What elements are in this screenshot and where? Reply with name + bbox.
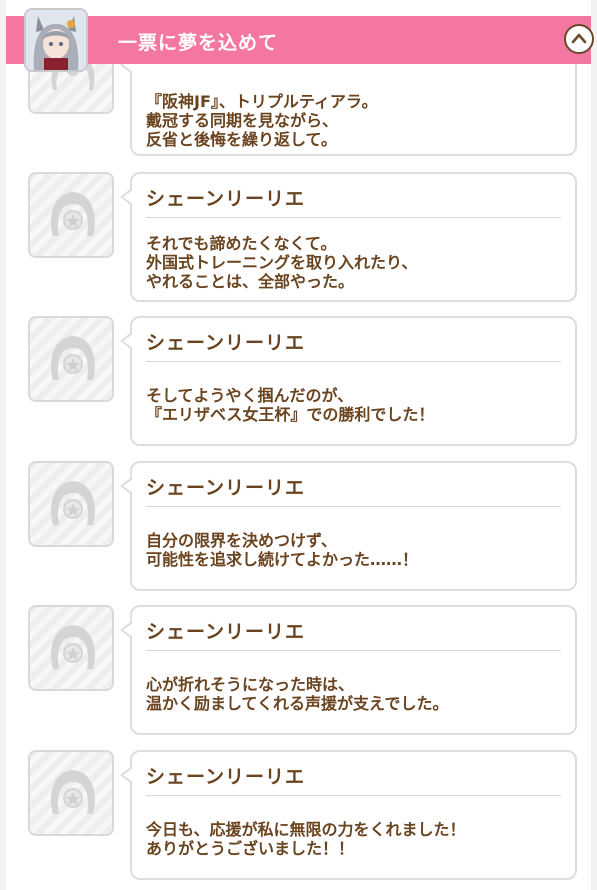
message-line: 可能性を追求し続けてよかった……！	[146, 550, 419, 569]
message-log-panel: 『阪神JF』、トリプルティアラ。 戴冠する同期を見ながら、 反省と後悔を繰り返し…	[6, 0, 591, 890]
divider	[146, 217, 561, 218]
horseshoe-icon	[28, 316, 114, 402]
horseshoe-icon	[28, 172, 114, 258]
message-text: 『阪神JF』、トリプルティアラ。 戴冠する同期を見ながら、 反省と後悔を繰り返し…	[146, 92, 565, 149]
header-title: 一票に夢を込めて	[118, 32, 279, 54]
divider	[146, 506, 561, 507]
collapse-button[interactable]	[564, 24, 594, 54]
message-text: 自分の限界を決めつけず、 可能性を追求し続けてよかった……！	[146, 531, 565, 569]
divider	[146, 361, 561, 362]
message-text: それでも諦めたくなくて。 外国式トレーニングを取り入れたり、 やれることは、全部…	[146, 234, 565, 291]
message-text: そしてようやく掴んだのが、 『エリザベス女王杯』での勝利でした！	[146, 386, 565, 424]
message-line: 自分の限界を決めつけず、	[146, 531, 337, 550]
message-bubble: シェーンリーリエ 心が折れそうになった時は、 温かく励ましてくれる声援が支えでし…	[120, 605, 577, 735]
message-line: やれることは、全部やった。	[146, 272, 355, 291]
message-line: 『エリザベス女王杯』での勝利でした！	[146, 405, 435, 424]
message-bubble: シェーンリーリエ 今日も、応援が私に無限の力をくれました！ ありがとうございまし…	[120, 750, 577, 880]
message-bubble: シェーンリーリエ そしてようやく掴んだのが、 『エリザベス女王杯』での勝利でした…	[120, 316, 577, 446]
message-line: 今日も、応援が私に無限の力をくれました！	[146, 820, 466, 839]
message-line: 戴冠する同期を見ながら、	[146, 111, 339, 130]
speaker-name: シェーンリーリエ	[146, 188, 306, 210]
message-text: 今日も、応援が私に無限の力をくれました！ ありがとうございました！！	[146, 820, 565, 858]
message-line: そしてようやく掴んだのが、	[146, 386, 354, 405]
message-line: 温かく励ましてくれる声援が支えでした。	[146, 694, 449, 713]
header-bar: 一票に夢を込めて	[6, 16, 594, 64]
message-line: 『阪神JF』、トリプルティアラ。	[146, 92, 378, 111]
character-portrait-icon	[24, 8, 88, 72]
message-line: 外国式トレーニングを取り入れたり、	[146, 253, 418, 272]
speaker-name: シェーンリーリエ	[146, 621, 306, 643]
message-line: ありがとうございました！！	[146, 839, 355, 858]
speaker-name: シェーンリーリエ	[146, 332, 306, 354]
horseshoe-icon	[28, 750, 114, 836]
message-text: 心が折れそうになった時は、 温かく励ましてくれる声援が支えでした。	[146, 675, 565, 713]
message-line: 反省と後悔を繰り返して。	[146, 130, 338, 149]
message-bubble: シェーンリーリエ 自分の限界を決めつけず、 可能性を追求し続けてよかった……！	[120, 461, 577, 591]
horseshoe-icon	[28, 461, 114, 547]
message-line: それでも諦めたくなくて。	[146, 234, 337, 253]
divider	[146, 650, 561, 651]
divider	[146, 795, 561, 796]
horseshoe-icon	[28, 605, 114, 691]
message-bubble: シェーンリーリエ それでも諦めたくなくて。 外国式トレーニングを取り入れたり、 …	[120, 172, 577, 302]
speaker-name: シェーンリーリエ	[146, 477, 306, 499]
message-line: 心が折れそうになった時は、	[146, 675, 355, 694]
speaker-name: シェーンリーリエ	[146, 766, 306, 788]
chevron-up-icon	[571, 33, 587, 44]
